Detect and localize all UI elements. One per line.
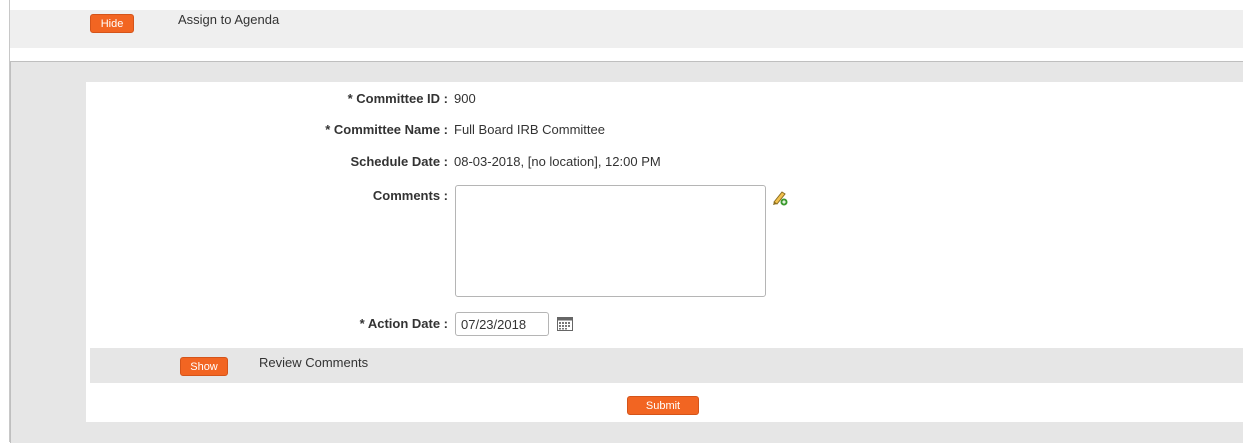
action-date-input[interactable] (455, 312, 549, 336)
section-title: Assign to Agenda (178, 12, 280, 27)
committee-name-label: * Committee Name : (325, 122, 448, 137)
committee-id-value: 900 (454, 91, 476, 106)
committee-name-value: Full Board IRB Committee (454, 122, 605, 137)
hide-button[interactable]: Hide (90, 14, 134, 33)
review-comments-title: Review Comments (259, 355, 369, 370)
left-border (0, 0, 10, 442)
show-button[interactable]: Show (180, 357, 228, 376)
comments-textarea[interactable] (455, 185, 766, 297)
submit-button[interactable]: Submit (627, 396, 699, 415)
schedule-date-value: 08-03-2018, [no location], 12:00 PM (454, 154, 661, 169)
calendar-icon[interactable] (557, 316, 573, 331)
committee-id-label: * Committee ID : (347, 91, 448, 106)
schedule-date-label: Schedule Date : (350, 154, 448, 169)
comments-label: Comments : (372, 188, 448, 203)
pencil-edit-icon[interactable] (771, 188, 789, 206)
action-date-label: * Action Date : (359, 316, 448, 331)
